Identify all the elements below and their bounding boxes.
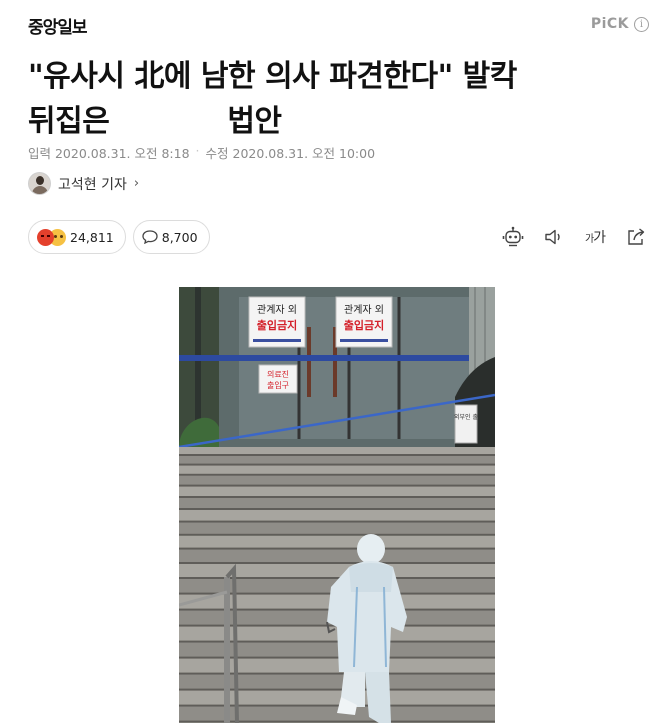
angry-emoji-icon [37, 228, 54, 246]
font-size-icon[interactable]: 가가 [584, 226, 606, 248]
headline-line-1: "유사시 北에 남한 의사 파견한다" 발칵 [28, 59, 517, 94]
article-headline: "유사시 北에 남한 의사 파견한다" 발칵 뒤집은 법안 [28, 54, 648, 144]
pick-label: PiCK [590, 16, 629, 32]
reaction-count: 24,811 [70, 229, 114, 245]
sign-entrance-line1: 의료진 [267, 369, 289, 379]
share-icon[interactable] [625, 226, 647, 248]
article-toolbar: 가가 [502, 226, 647, 248]
sign-entrance-line2: 출입구 [267, 380, 289, 390]
reporter-link[interactable]: 고석현 기자 › [28, 172, 139, 195]
sign-right-line2: 출입금지 [344, 318, 384, 332]
reporter-name: 고석현 기자 [58, 176, 127, 193]
sign-left-line2: 출입금지 [257, 318, 297, 332]
photo-scene: 관계자 외 출입금지 관계자 외 출입금지 의료진 출입구 외부인 출 [179, 287, 495, 723]
sign-right-line1: 관계자 외 [344, 304, 384, 316]
comment-button[interactable]: 8,700 [132, 220, 210, 254]
input-date: 입력 2020.08.31. 오전 8:18 [28, 146, 190, 161]
article-photo[interactable]: 관계자 외 출입금지 관계자 외 출입금지 의료진 출입구 외부인 출 [179, 287, 495, 723]
font-small-label: 가 [584, 233, 594, 245]
article-dates: 입력 2020.08.31. 오전 8:18 · 수정 2020.08.31. … [28, 143, 375, 162]
reporter-avatar [28, 172, 51, 195]
headline-line-2b: 법안 [227, 104, 282, 139]
reaction-emoji-icon [37, 228, 66, 246]
sign-left-line1: 관계자 외 [257, 304, 297, 316]
modified-date: 수정 2020.08.31. 오전 10:00 [205, 146, 376, 161]
reaction-bar: 24,811 8,700 [28, 220, 210, 254]
publisher-logo[interactable]: 중앙일보 [28, 13, 88, 38]
top-bar: 중앙일보 PiCK i [0, 0, 671, 52]
pick-badge[interactable]: PiCK i [591, 16, 649, 32]
sign-side: 외부인 출 [454, 413, 478, 421]
comment-bubble-icon [142, 230, 158, 244]
font-big-label: 가 [593, 230, 606, 246]
chevron-right-icon: › [133, 176, 140, 191]
headline-line-2a: 뒤집은 [28, 104, 110, 139]
comment-count: 8,700 [161, 229, 198, 245]
robot-summary-icon[interactable] [502, 226, 524, 248]
speaker-icon[interactable] [543, 226, 565, 248]
reaction-button[interactable]: 24,811 [28, 220, 126, 254]
info-circle-icon[interactable]: i [634, 16, 649, 32]
meta-separator: · [195, 143, 200, 158]
